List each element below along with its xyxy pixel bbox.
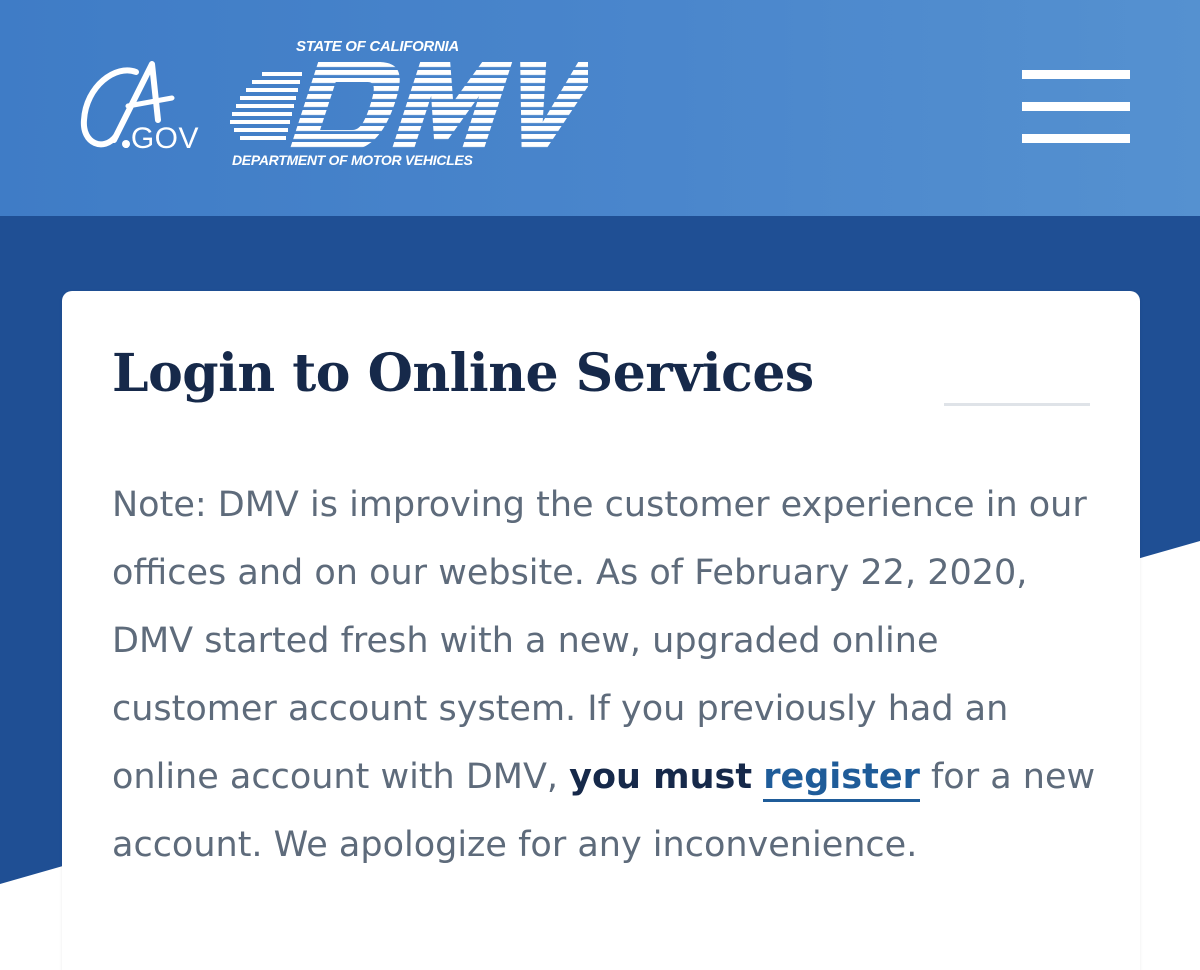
menu-bar-middle — [1022, 102, 1130, 111]
register-link[interactable]: register — [763, 757, 920, 802]
site-header: .GOV STATE OF CALIFORNIA DEPARTMENT OF M… — [0, 0, 1200, 216]
login-card: Login to Online Services Note: DMV is im… — [62, 291, 1140, 970]
notice-space — [752, 757, 763, 797]
page-title: Login to Online Services — [112, 343, 814, 404]
menu-bar-bottom — [1022, 134, 1130, 143]
dmv-state-text: STATE OF CALIFORNIA — [296, 38, 459, 55]
notice-paragraph: Note: DMV is improving the customer expe… — [112, 471, 1102, 879]
ca-gov-text: .GOV — [122, 122, 200, 155]
menu-bar-top — [1022, 70, 1130, 79]
page: .GOV STATE OF CALIFORNIA DEPARTMENT OF M… — [0, 0, 1200, 970]
title-divider — [944, 403, 1090, 406]
notice-text-part1: Note: DMV is improving the customer expe… — [112, 485, 1087, 797]
dmv-department-text: DEPARTMENT OF MOTOR VEHICLES — [232, 152, 473, 168]
hamburger-menu-icon[interactable] — [1022, 70, 1130, 144]
notice-emphasis: you must — [569, 757, 753, 797]
